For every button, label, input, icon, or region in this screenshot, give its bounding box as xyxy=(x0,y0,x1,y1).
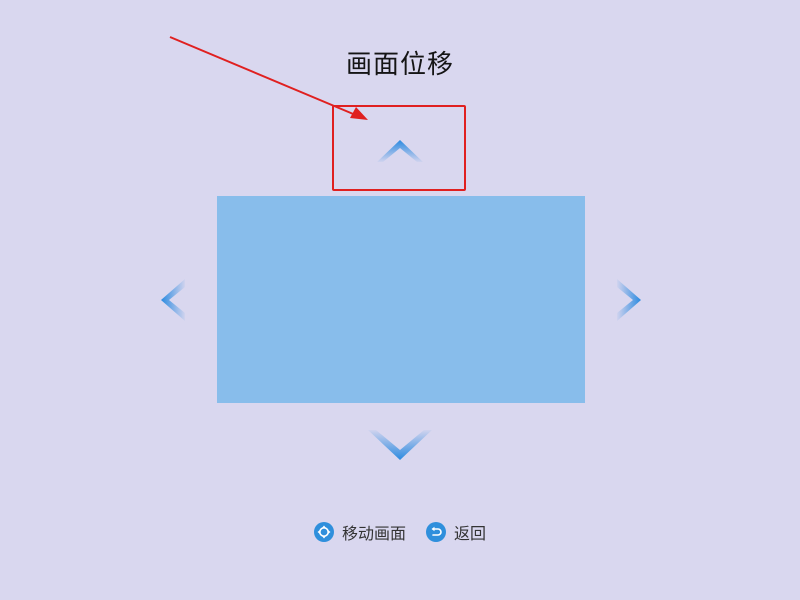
annotation-highlight-box xyxy=(332,105,466,191)
hint-move: 移动画面 xyxy=(313,520,406,544)
hint-back-label: 返回 xyxy=(454,524,487,543)
move-dpad-icon xyxy=(313,522,334,542)
return-arrow-icon xyxy=(426,522,446,542)
hint-bar: 移动画面 返回 xyxy=(0,520,800,544)
chevron-down-icon[interactable] xyxy=(364,424,436,464)
screen-preview-frame xyxy=(217,196,585,403)
hint-back: 返回 xyxy=(426,520,486,544)
chevron-left-icon[interactable] xyxy=(155,277,199,323)
hint-move-label: 移动画面 xyxy=(341,524,406,543)
chevron-right-icon[interactable] xyxy=(603,277,647,323)
page-title: 画面位移 xyxy=(345,50,454,80)
